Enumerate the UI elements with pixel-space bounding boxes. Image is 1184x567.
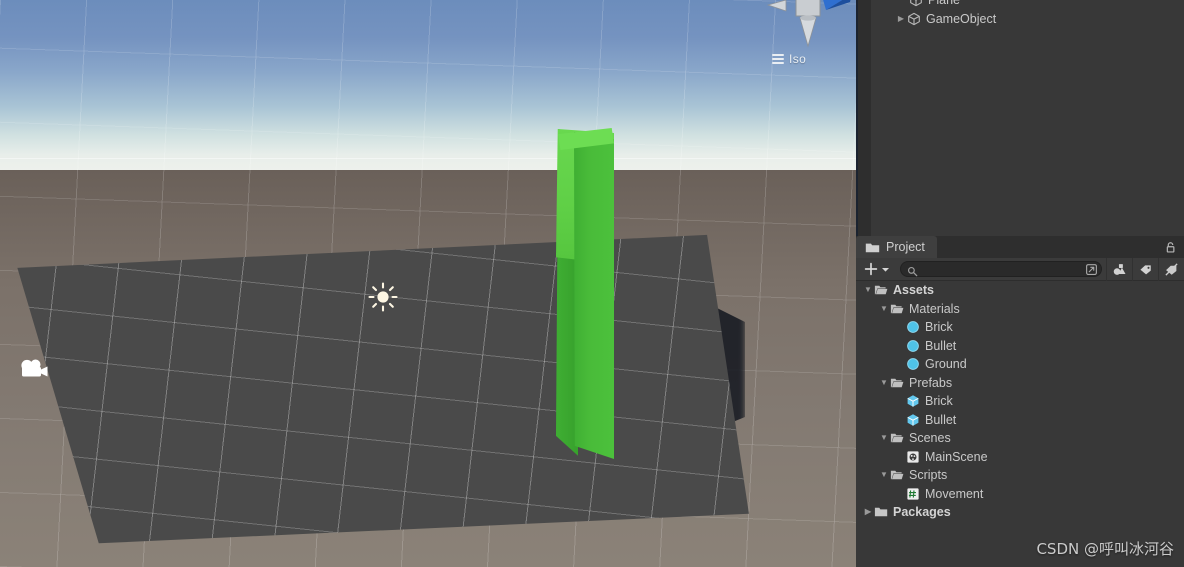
project-tree-item-label: Brick — [925, 394, 953, 409]
brick-wall-front-face[interactable] — [574, 132, 614, 459]
filter-by-label-button[interactable] — [1132, 257, 1158, 281]
project-tree-item-materials[interactable]: ▼ Materials — [858, 300, 1184, 319]
project-tree-item-label: MainScene — [925, 449, 988, 464]
project-tree-item-label: Materials — [909, 301, 960, 316]
project-tree-item-label: Bullet — [925, 412, 957, 427]
project-panel[interactable]: Project ▼ Assets ▼ Materials Brick Bulle… — [856, 236, 1184, 567]
chevron-down-icon[interactable]: ▼ — [862, 286, 874, 294]
folder-open-icon — [874, 283, 888, 297]
csdn-watermark: CSDN @呼叫冰河谷 — [1036, 538, 1174, 559]
tab-project-label: Project — [886, 240, 925, 254]
hierarchy-item-label: GameObject — [926, 11, 997, 26]
hamburger-icon — [772, 52, 784, 66]
project-asset-tree[interactable]: ▼ Assets ▼ Materials Brick Bullet Ground ▼ Prefa… — [858, 281, 1184, 522]
chevron-down-icon[interactable]: ▼ — [878, 471, 890, 479]
project-tree-item-label: Ground — [925, 357, 967, 372]
prefab-icon — [906, 413, 920, 427]
project-tree-item-assets[interactable]: ▼ Assets — [858, 281, 1184, 300]
search-field[interactable] — [900, 261, 1102, 277]
project-tree-item-bullet[interactable]: Bullet — [858, 411, 1184, 430]
project-tree-body[interactable]: ▼ Assets ▼ Materials Brick Bullet Ground ▼ Prefa… — [856, 281, 1184, 567]
plus-icon — [864, 262, 878, 276]
save-search-icon[interactable] — [1084, 262, 1099, 282]
hierarchy-tree[interactable]: Plane ▶ GameObject — [871, 0, 1184, 28]
gameobject-icon — [907, 12, 921, 26]
project-tree-item-prefabs[interactable]: ▼ Prefabs — [858, 374, 1184, 393]
shapes-icon — [1113, 263, 1126, 275]
folder-closed-icon — [874, 505, 888, 519]
project-tree-item-brick[interactable]: Brick — [858, 318, 1184, 337]
csharp-script-icon — [906, 487, 920, 501]
project-tab-bar: Project — [856, 236, 1184, 258]
scene-icon — [906, 450, 920, 464]
folder-open-icon — [890, 302, 904, 316]
project-tree-item-ground[interactable]: Ground — [858, 355, 1184, 374]
search-icon — [907, 264, 918, 282]
unity-editor-window: Iso Plane ▶ GameObject Project ▼ Assets … — [0, 0, 1184, 567]
project-tree-item-scripts[interactable]: ▼ Scripts — [858, 466, 1184, 485]
project-tree-item-label: Scenes — [909, 431, 951, 446]
search-input[interactable] — [901, 263, 1101, 275]
hierarchy-item-gameobject[interactable]: ▶ GameObject — [871, 10, 1184, 29]
project-tree-item-bullet[interactable]: Bullet — [858, 337, 1184, 356]
favorite-icon — [1165, 262, 1178, 276]
create-asset-button[interactable] — [856, 258, 896, 281]
chevron-down-icon[interactable]: ▼ — [878, 434, 890, 442]
project-tree-item-label: Movement — [925, 486, 984, 501]
filter-by-type-button[interactable] — [1106, 257, 1132, 281]
folder-icon — [865, 241, 880, 254]
project-tree-item-mainscene[interactable]: MainScene — [858, 448, 1184, 467]
hierarchy-panel[interactable]: Plane ▶ GameObject — [856, 0, 1184, 236]
material-icon — [906, 357, 920, 371]
gameobject-icon — [909, 0, 923, 7]
chevron-down-icon — [882, 267, 889, 272]
project-tree-item-label: Prefabs — [909, 375, 953, 390]
project-toolbar[interactable] — [856, 257, 1184, 281]
camera-icon[interactable] — [18, 356, 52, 382]
chevron-right-icon[interactable]: ▶ — [895, 14, 907, 23]
sun-icon[interactable] — [368, 282, 398, 312]
hierarchy-item-label: Plane — [928, 0, 960, 8]
project-tree-item-label: Scripts — [909, 468, 948, 483]
project-tree-item-packages[interactable]: ▶ Packages — [858, 503, 1184, 522]
project-tree-item-movement[interactable]: Movement — [858, 485, 1184, 504]
chevron-down-icon[interactable]: ▼ — [878, 378, 890, 387]
scene-view[interactable]: Iso — [0, 0, 856, 567]
lock-icon[interactable] — [1162, 239, 1178, 255]
hierarchy-item-plane[interactable]: Plane — [871, 0, 1184, 10]
project-tree-item-scenes[interactable]: ▼ Scenes — [858, 429, 1184, 448]
watermark-text: CSDN @呼叫冰河谷 — [1036, 540, 1174, 558]
tag-icon — [1140, 264, 1151, 274]
project-tree-item-label: Bullet — [925, 338, 957, 353]
right-panel-column: Plane ▶ GameObject Project ▼ Assets ▼ Ma… — [856, 0, 1184, 567]
tab-project[interactable]: Project — [856, 236, 937, 258]
project-tree-item-label: Assets — [893, 283, 934, 298]
projection-mode-label[interactable]: Iso — [772, 52, 806, 66]
favorites-button[interactable] — [1158, 257, 1184, 281]
hierarchy-gutter — [856, 0, 871, 236]
projection-mode-text: Iso — [789, 52, 807, 66]
project-tree-item-label: Brick — [925, 320, 953, 335]
project-tree-item-label: Packages — [893, 505, 951, 520]
chevron-right-icon[interactable]: ▶ — [862, 508, 874, 516]
horizon-line — [0, 158, 856, 159]
folder-open-icon — [890, 468, 904, 482]
material-icon — [906, 320, 920, 334]
project-tree-item-brick[interactable]: Brick — [858, 392, 1184, 411]
chevron-down-icon[interactable]: ▼ — [878, 304, 890, 313]
material-icon — [906, 339, 920, 353]
folder-open-icon — [890, 376, 904, 390]
folder-open-icon — [890, 431, 904, 445]
prefab-icon — [906, 394, 920, 408]
